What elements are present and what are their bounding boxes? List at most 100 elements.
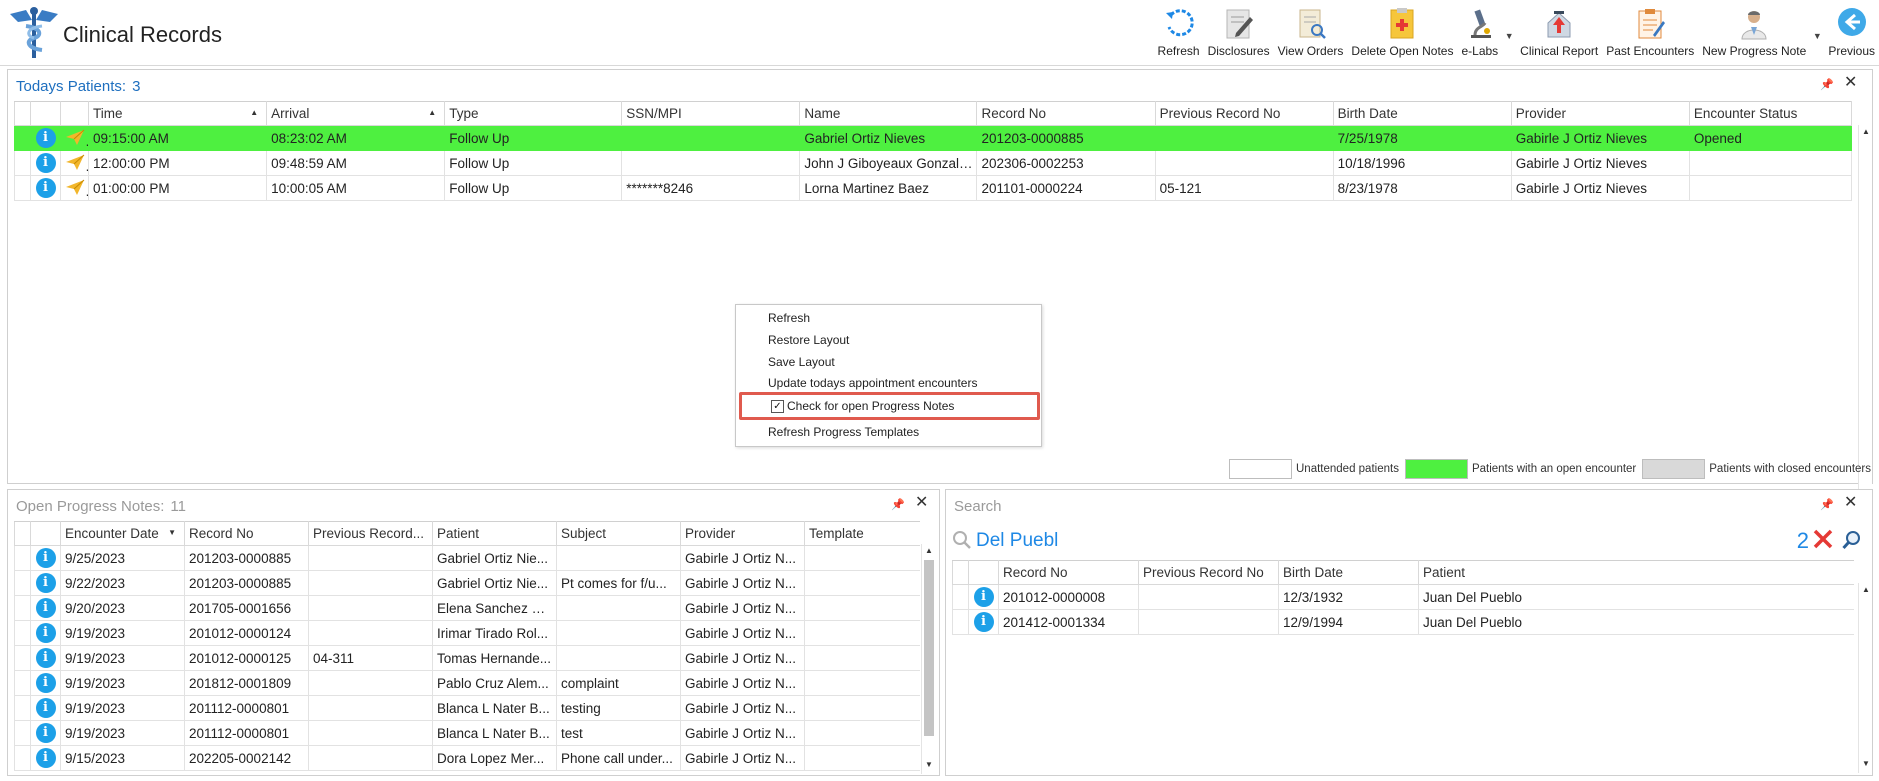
info-cell[interactable]: i [30,695,61,721]
pin-icon[interactable]: 📌 [1820,78,1834,92]
scroll-up-icon[interactable]: ▲ [1859,583,1873,597]
column-header-name[interactable]: Name [799,101,978,126]
info-icon[interactable]: i [35,698,56,718]
scroll-down-icon[interactable] [1859,125,1873,139]
info-icon[interactable]: i [35,623,56,643]
table-row[interactable]: i 09:15:00 AM 08:23:02 AM Follow Up Gabr… [14,125,1852,151]
menu-item-check-open-notes[interactable]: Check for open Progress Notes [787,396,954,416]
column-header-record-no[interactable]: Record No [184,521,309,546]
disclosures-button[interactable]: Disclosures [1204,4,1274,62]
column-header-previous-record-no[interactable]: Previous Record No [1138,560,1279,585]
e-labs-dropdown-icon[interactable]: ▼ [1502,4,1516,62]
new-progress-note-dropdown-icon[interactable]: ▼ [1810,4,1824,62]
refresh-button[interactable]: Refresh [1154,4,1204,62]
info-cell[interactable]: i [30,645,61,671]
search-go-icon[interactable] [1842,530,1862,550]
search-scrollbar[interactable]: ▲ ▼ [1858,583,1872,773]
table-row[interactable]: i 201012-0000008 12/3/1932 Juan Del Pueb… [952,584,1854,610]
info-icon[interactable]: i [35,128,56,148]
table-row[interactable]: i 201412-0001334 12/9/1994 Juan Del Pueb… [952,609,1854,635]
clinical-report-button[interactable]: Clinical Report [1516,4,1602,62]
info-icon[interactable]: i [35,723,56,743]
column-header-subject[interactable]: Subject [556,521,681,546]
table-row[interactable]: i 9/22/2023 201203-0000885 Gabriel Ortiz Ni… [14,570,920,596]
previous-button[interactable]: Previous [1824,4,1879,62]
menu-item-restore-layout[interactable]: Restore Layout [768,330,849,350]
table-row[interactable]: i 9/20/2023 201705-0001656 Elena Sanchez Ri… [14,595,920,621]
checkbox-check-open-notes[interactable]: ✓ [771,400,784,413]
info-icon[interactable]: i [35,178,56,198]
pin-icon[interactable]: 📌 [891,498,905,512]
info-cell[interactable]: i [30,670,61,696]
column-header-previous-record-no[interactable]: Previous Record No [1154,101,1334,126]
column-header-encounter-status[interactable]: Encounter Status [1688,101,1852,126]
column-header-previous-record[interactable]: Previous Record... [308,521,433,546]
clear-search-icon[interactable] [1812,528,1834,550]
info-cell[interactable]: i [30,545,61,571]
table-row[interactable]: i 9/19/2023 201012-0000124 Irimar Tirado Ro… [14,620,920,646]
info-cell[interactable]: i [30,570,61,596]
column-header-patient[interactable]: Patient [1418,560,1854,585]
table-row[interactable]: i 9/25/2023 201203-0000885 Gabriel Ortiz Ni… [14,545,920,571]
table-row[interactable]: i 9/19/2023 201012-0000125 04-311 Tomas Hern… [14,645,920,671]
column-header-birth-date[interactable]: Birth Date [1332,101,1512,126]
info-icon[interactable]: i [35,598,56,618]
column-header-time[interactable]: Time [88,101,268,126]
info-icon[interactable]: i [35,153,56,173]
close-icon[interactable]: ✕ [1844,75,1858,91]
info-cell[interactable]: i [30,620,61,646]
info-cell[interactable]: i [29,150,62,176]
column-header-ssn[interactable]: SSN/MPI [621,101,801,126]
info-icon[interactable]: i [35,548,56,568]
info-cell[interactable]: i [30,595,61,621]
new-progress-note-button[interactable]: New Progress Note [1698,4,1810,62]
column-header-type[interactable]: Type [444,101,623,126]
column-header-provider[interactable]: Provider [680,521,805,546]
open-notes-scrollbar[interactable]: ▲ ▼ [921,544,935,774]
view-orders-button[interactable]: View Orders [1274,4,1348,62]
info-icon[interactable]: i [35,673,56,693]
cell-provider: Gabirle J Ortiz Nieves [1510,125,1690,151]
table-row[interactable]: i 9/19/2023 201112-0000801 Blanca L Nater B… [14,720,920,746]
search-input[interactable]: Del Puebl [976,530,1058,552]
close-icon[interactable]: ✕ [915,495,929,511]
info-icon[interactable]: i [973,587,994,607]
column-header-birth-date[interactable]: Birth Date [1278,560,1419,585]
column-header-record-no[interactable]: Record No [998,560,1139,585]
table-row[interactable]: i 9/19/2023 201112-0000801 Blanca L Nater B… [14,695,920,721]
menu-item-save-layout[interactable]: Save Layout [768,352,835,372]
info-cell[interactable]: i [30,720,61,746]
info-icon[interactable]: i [973,612,994,632]
column-header-record-no[interactable]: Record No [976,101,1156,126]
table-row[interactable]: i 9/15/2023 202205-0002142 Dora Lopez Mer..… [14,745,920,771]
table-row[interactable]: i 12:00:00 PM 09:48:59 AM Follow Up John… [14,150,1852,176]
info-cell[interactable]: i [29,125,62,151]
past-encounters-button[interactable]: Past Encounters [1602,4,1698,62]
column-header-encounter-date[interactable]: Encounter Date [60,521,185,546]
table-row[interactable]: i 9/19/2023 201812-0001809 Pablo Cruz Alem.… [14,670,920,696]
scroll-down-icon[interactable]: ▼ [922,758,936,772]
info-cell[interactable]: i [29,175,62,201]
pin-icon[interactable]: 📌 [1820,498,1834,512]
info-cell[interactable]: i [968,609,999,635]
info-cell[interactable]: i [30,745,61,771]
info-icon[interactable]: i [35,648,56,668]
scroll-thumb[interactable] [924,560,934,736]
column-header-arrival[interactable]: Arrival [266,101,446,126]
scroll-up-icon[interactable]: ▲ [922,544,936,558]
e-labs-button[interactable]: e-Labs [1457,4,1502,62]
column-header-template[interactable]: Template [804,521,920,546]
info-cell[interactable]: i [968,584,999,610]
close-icon[interactable]: ✕ [1844,495,1858,511]
delete-open-notes-button[interactable]: Delete Open Notes [1347,4,1457,62]
scroll-down-icon[interactable]: ▼ [1859,757,1873,771]
column-header-patient[interactable]: Patient [432,521,557,546]
column-header-provider[interactable]: Provider [1510,101,1690,126]
info-icon[interactable]: i [35,573,56,593]
table-row[interactable]: i 01:00:00 PM 10:00:05 AM Follow Up ****… [14,175,1852,201]
cell-template [804,595,920,621]
menu-item-refresh[interactable]: Refresh [768,308,810,328]
menu-item-refresh-templates[interactable]: Refresh Progress Templates [768,422,919,442]
info-icon[interactable]: i [35,748,56,768]
menu-item-update-appointments[interactable]: Update todays appointment encounters [768,373,977,393]
